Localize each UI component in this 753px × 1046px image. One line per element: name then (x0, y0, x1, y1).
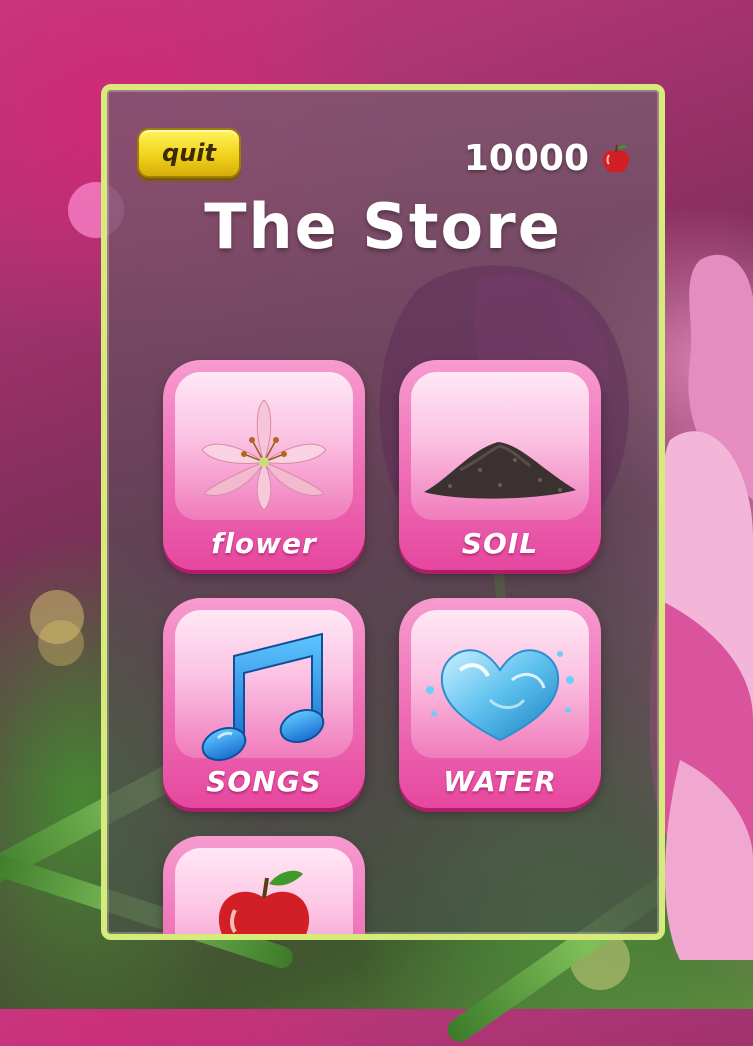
quit-button[interactable]: quit (137, 128, 241, 178)
store-item-water[interactable]: WATER (399, 598, 601, 808)
store-item-apple[interactable] (163, 836, 365, 934)
water-heart-icon (426, 649, 574, 742)
tile-label: flower (211, 527, 317, 560)
music-note-icon (201, 632, 325, 761)
apple-icon (218, 870, 310, 934)
currency-display: 10000 (464, 138, 631, 179)
bokeh-light (38, 620, 84, 666)
tile-label: SOIL (461, 527, 539, 560)
score-value: 10000 (463, 138, 589, 179)
tile-label: WATER (443, 765, 557, 798)
page-title: The Store (204, 190, 562, 263)
tile-label: SONGS (206, 765, 322, 798)
store-panel: quit 10000 The Store flower SOIL SONGS W… (101, 84, 665, 940)
store-item-flower[interactable]: flower (163, 360, 365, 570)
lily-flower-icon (201, 400, 327, 511)
store-item-soil[interactable]: SOIL (399, 360, 601, 570)
bokeh-light (30, 590, 84, 644)
apple-icon (602, 144, 630, 172)
soil-pile-icon (424, 442, 576, 499)
store-item-songs[interactable]: SONGS (163, 598, 365, 808)
